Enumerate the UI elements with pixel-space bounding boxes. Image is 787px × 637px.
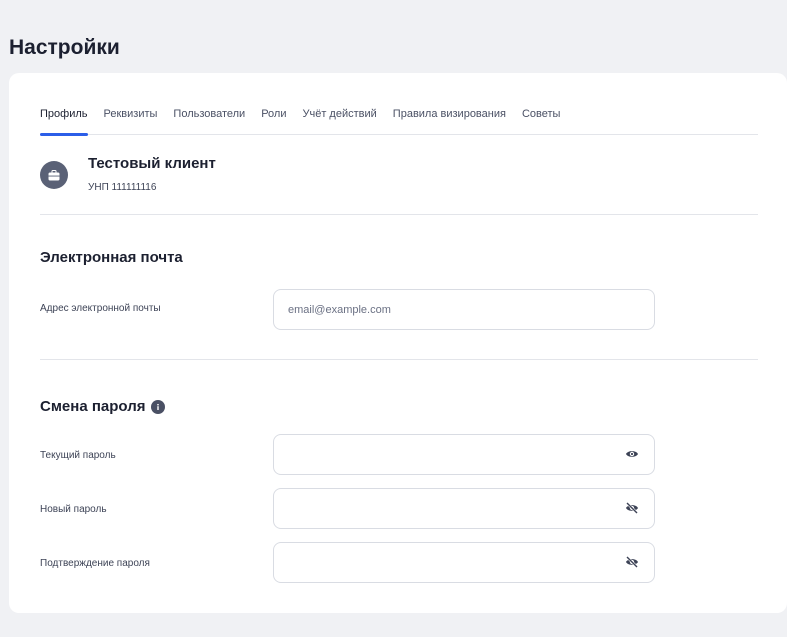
eye-off-icon[interactable] [624, 554, 640, 570]
password-section-title-text: Смена пароля [40, 398, 146, 415]
page-title: Настройки [9, 36, 120, 59]
client-name: Тестовый клиент [88, 155, 216, 172]
tab-profile[interactable]: Профиль [40, 101, 88, 136]
tab-users[interactable]: Пользователи [173, 101, 245, 135]
tab-approval-rules[interactable]: Правила визирования [393, 101, 506, 135]
email-field-label: Адрес электронной почты [40, 303, 161, 314]
tabs-bar: Профиль Реквизиты Пользователи Роли Учёт… [40, 101, 758, 136]
password-section-title: Смена пароля [40, 398, 166, 415]
client-unp: УНП 111111116 [88, 182, 157, 193]
briefcase-icon [40, 161, 68, 189]
divider [40, 214, 758, 215]
tab-activity-log[interactable]: Учёт действий [303, 101, 377, 135]
tab-tips[interactable]: Советы [522, 101, 560, 135]
email-section-title-text: Электронная почта [40, 249, 183, 266]
new-password-field[interactable] [273, 488, 655, 529]
confirm-password-field[interactable] [273, 542, 655, 583]
current-password-label: Текущий пароль [40, 450, 116, 461]
settings-card: Профиль Реквизиты Пользователи Роли Учёт… [9, 73, 787, 613]
email-field[interactable] [273, 289, 655, 330]
tab-requisites[interactable]: Реквизиты [104, 101, 158, 135]
client-header: Тестовый клиент УНП 111111116 [40, 155, 216, 193]
eye-icon[interactable] [624, 446, 640, 462]
new-password-label: Новый пароль [40, 504, 107, 515]
confirm-password-label: Подтверждение пароля [40, 558, 150, 569]
divider [40, 359, 758, 360]
info-icon[interactable] [151, 399, 166, 414]
eye-off-icon[interactable] [624, 500, 640, 516]
email-section-title: Электронная почта [40, 249, 183, 266]
tab-roles[interactable]: Роли [261, 101, 286, 135]
current-password-field[interactable] [273, 434, 655, 475]
